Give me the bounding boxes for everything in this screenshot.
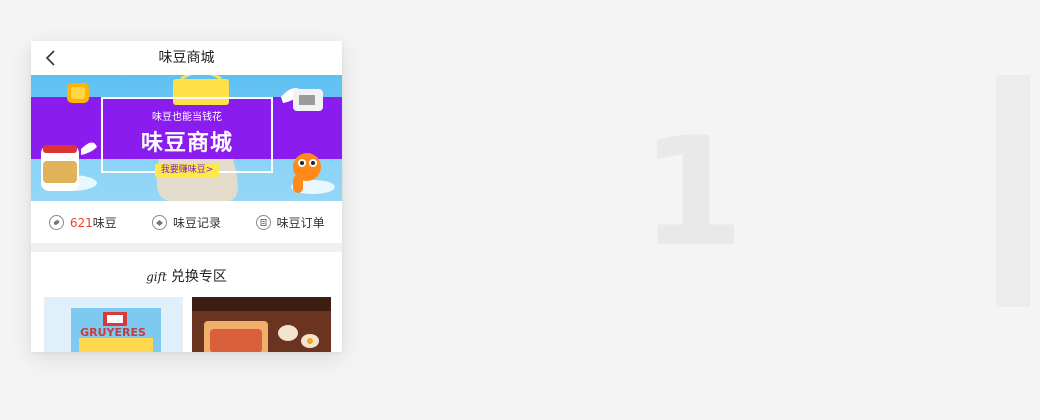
banner-frame: 味豆也能当钱花 味豆商城 我要赚味豆> xyxy=(101,97,273,177)
bean-orders[interactable]: 味豆订单 xyxy=(238,214,342,231)
product-label: GRUYERES xyxy=(80,326,146,339)
bean-balance-text: 621味豆 xyxy=(70,214,117,231)
earn-beans-button[interactable]: 我要赚味豆> xyxy=(154,164,220,177)
snack-product[interactable] xyxy=(192,297,331,352)
product-image xyxy=(192,297,331,352)
mango-illustration xyxy=(67,83,89,103)
promo-banner[interactable]: 味豆也能当钱花 味豆商城 我要赚味豆> xyxy=(31,75,342,201)
coin-icon xyxy=(48,214,64,230)
background-number: 1 xyxy=(640,106,745,280)
gift-exchange-section: gift 兑换专区 GRUYERES xyxy=(31,252,342,352)
bean-orders-label: 味豆订单 xyxy=(276,215,325,230)
order-icon xyxy=(255,214,271,230)
jar-illustration xyxy=(41,145,79,191)
record-icon xyxy=(152,214,167,230)
bean-actions: 621味豆 味豆记录 味豆订单 xyxy=(31,201,342,243)
gift-title-cn: 兑换专区 xyxy=(170,269,227,285)
banner-title: 味豆商城 xyxy=(140,131,233,156)
gift-section-title: gift 兑换专区 xyxy=(31,252,342,286)
bean-balance-label: 味豆 xyxy=(92,215,117,230)
background-bar xyxy=(996,75,1030,307)
phone-screen: 味豆商城 味豆也能当钱花 味豆商城 我要赚味豆> 621味豆 味豆记录 味豆订单… xyxy=(31,41,342,352)
bean-count: 621 xyxy=(69,215,93,230)
bean-records-label: 味豆记录 xyxy=(173,215,222,230)
nav-bar: 味豆商城 xyxy=(31,41,342,75)
page-title: 味豆商城 xyxy=(158,50,215,66)
bean-balance[interactable]: 621味豆 xyxy=(31,214,135,231)
gruyeres-cheese-product[interactable]: GRUYERES xyxy=(44,297,183,352)
bean-records[interactable]: 味豆记录 xyxy=(135,214,239,231)
product-image xyxy=(71,308,161,352)
banner-subtitle: 味豆也能当钱花 xyxy=(152,112,222,123)
gift-title-en: gift xyxy=(146,270,167,284)
snack-pack-illustration xyxy=(293,89,323,111)
